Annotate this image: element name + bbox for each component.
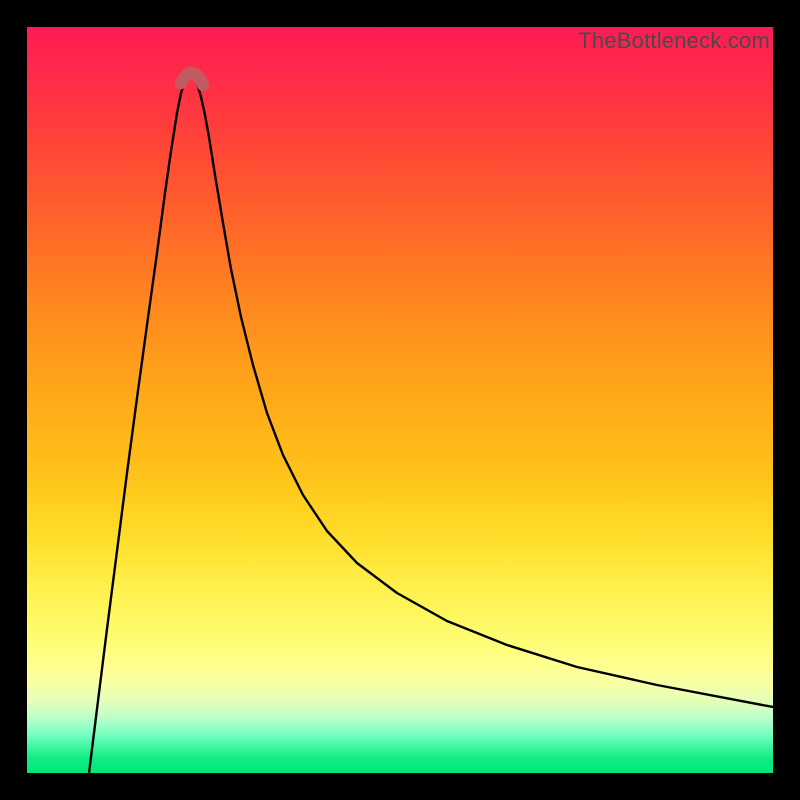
attribution-label: TheBottleneck.com bbox=[578, 28, 770, 54]
bottleneck-curve bbox=[89, 75, 773, 773]
curve-layer bbox=[27, 27, 773, 773]
min-marker-left bbox=[175, 77, 187, 89]
chart-frame: TheBottleneck.com bbox=[0, 0, 800, 800]
min-marker-right bbox=[197, 79, 209, 91]
plot-area bbox=[27, 27, 773, 773]
